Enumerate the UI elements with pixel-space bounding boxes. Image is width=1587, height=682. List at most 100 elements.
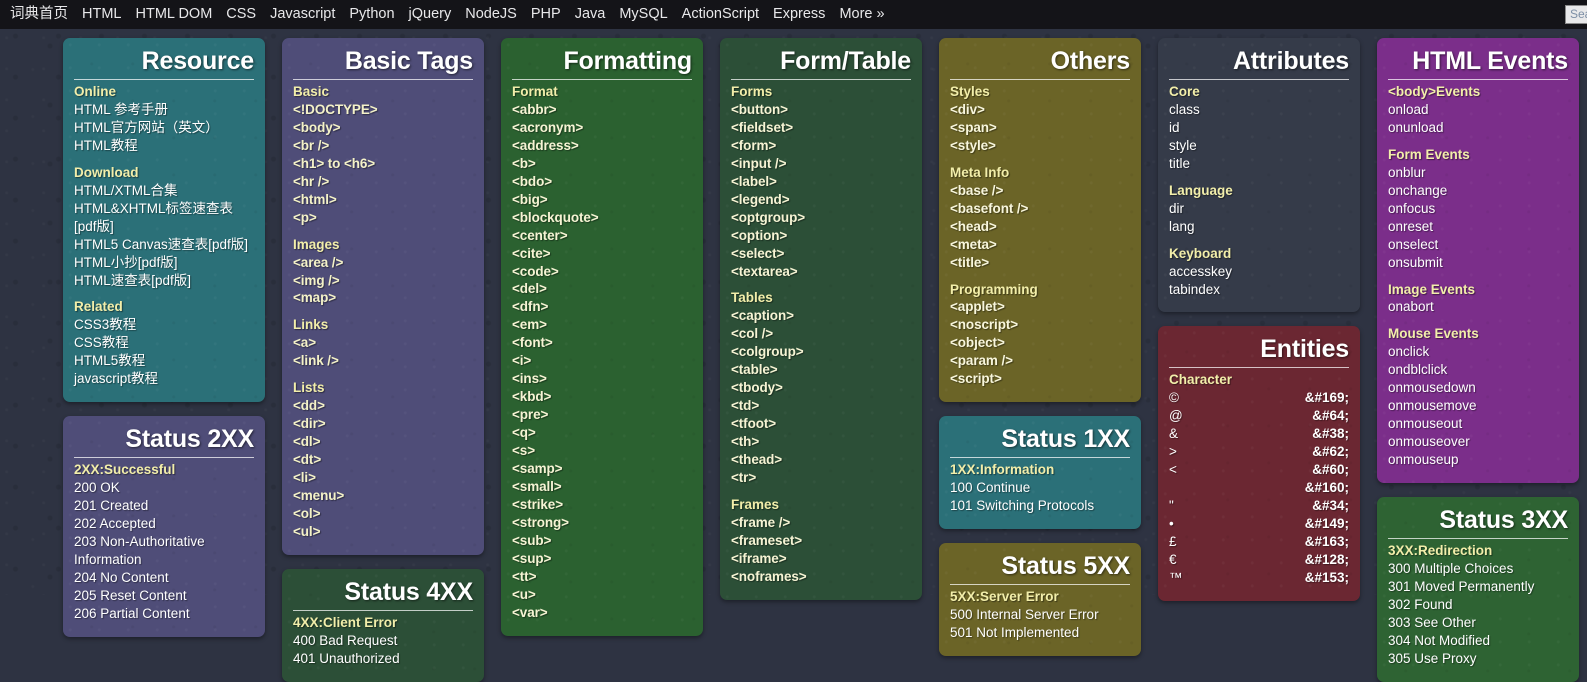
list-item[interactable]: onmouseover	[1388, 433, 1568, 451]
nav-link-java[interactable]: Java	[568, 0, 613, 29]
list-item[interactable]: HTML教程	[74, 137, 254, 155]
list-item[interactable]: <big>	[512, 191, 692, 209]
list-item[interactable]: <cite>	[512, 245, 692, 263]
list-item[interactable]: <legend>	[731, 191, 911, 209]
list-item[interactable]: onunload	[1388, 119, 1568, 137]
list-item[interactable]: 301 Moved Permanently	[1388, 578, 1568, 596]
list-item[interactable]: 200 OK	[74, 479, 254, 497]
list-item[interactable]: <abbr>	[512, 101, 692, 119]
list-item[interactable]: <a>	[293, 334, 473, 352]
list-item[interactable]: onmouseout	[1388, 415, 1568, 433]
list-item[interactable]: <label>	[731, 173, 911, 191]
list-item[interactable]: <td>	[731, 397, 911, 415]
list-item[interactable]: <blockquote>	[512, 209, 692, 227]
search-input[interactable]: Search	[1565, 5, 1587, 24]
list-item[interactable]: <tbody>	[731, 379, 911, 397]
list-item[interactable]: 204 No Content	[74, 569, 254, 587]
list-item[interactable]: onclick	[1388, 343, 1568, 361]
list-item[interactable]: <thead>	[731, 451, 911, 469]
list-item[interactable]: <var>	[512, 604, 692, 622]
list-item[interactable]: 202 Accepted	[74, 515, 254, 533]
list-item[interactable]: <span>	[950, 119, 1130, 137]
list-item[interactable]: onmousedown	[1388, 379, 1568, 397]
list-item[interactable]: <option>	[731, 227, 911, 245]
table-row[interactable]: • &#149;	[1169, 515, 1349, 533]
list-item[interactable]: <title>	[950, 254, 1130, 272]
nav-link-nodejs[interactable]: NodeJS	[458, 0, 524, 29]
list-item[interactable]: <div>	[950, 101, 1130, 119]
nav-link-html[interactable]: HTML	[75, 0, 128, 29]
list-item[interactable]: <link />	[293, 352, 473, 370]
list-item[interactable]: <i>	[512, 352, 692, 370]
list-item[interactable]: <textarea>	[731, 263, 911, 281]
list-item[interactable]: 501 Not Implemented	[950, 624, 1130, 642]
list-item[interactable]: HTML&XHTML标签速查表[pdf版]	[74, 200, 254, 236]
list-item[interactable]: <kbd>	[512, 388, 692, 406]
list-item[interactable]: <th>	[731, 433, 911, 451]
list-item[interactable]: <optgroup>	[731, 209, 911, 227]
list-item[interactable]: <iframe>	[731, 550, 911, 568]
list-item[interactable]: <col />	[731, 325, 911, 343]
nav-link-home[interactable]: 词典首页	[6, 0, 75, 29]
list-item[interactable]: ondblclick	[1388, 361, 1568, 379]
list-item[interactable]: <li>	[293, 469, 473, 487]
nav-link-mysql[interactable]: MySQL	[612, 0, 674, 29]
list-item[interactable]: tabindex	[1169, 281, 1349, 299]
list-item[interactable]: HTML官方网站（英文）	[74, 119, 254, 137]
list-item[interactable]: onmousemove	[1388, 397, 1568, 415]
list-item[interactable]: <ul>	[293, 523, 473, 541]
list-item[interactable]: <tfoot>	[731, 415, 911, 433]
list-item[interactable]: <code>	[512, 263, 692, 281]
list-item[interactable]: <samp>	[512, 460, 692, 478]
list-item[interactable]: <frame />	[731, 514, 911, 532]
list-item[interactable]: id	[1169, 119, 1349, 137]
table-row[interactable]: &#160;	[1169, 479, 1349, 497]
list-item[interactable]: <script>	[950, 370, 1130, 388]
list-item[interactable]: <em>	[512, 316, 692, 334]
list-item[interactable]: 500 Internal Server Error	[950, 606, 1130, 624]
nav-link-html-dom[interactable]: HTML DOM	[128, 0, 219, 29]
list-item[interactable]: onmouseup	[1388, 451, 1568, 469]
nav-link-php[interactable]: PHP	[524, 0, 568, 29]
list-item[interactable]: <strike>	[512, 496, 692, 514]
list-item[interactable]: 101 Switching Protocols	[950, 497, 1130, 515]
list-item[interactable]: 400 Bad Request	[293, 632, 473, 650]
list-item[interactable]: 401 Unauthorized	[293, 650, 473, 668]
nav-link-more[interactable]: More »	[832, 0, 891, 29]
list-item[interactable]: accesskey	[1169, 263, 1349, 281]
list-item[interactable]: <font>	[512, 334, 692, 352]
list-item[interactable]: <!DOCTYPE>	[293, 101, 473, 119]
list-item[interactable]: 205 Reset Content	[74, 587, 254, 605]
list-item[interactable]: onfocus	[1388, 200, 1568, 218]
list-item[interactable]: <noscript>	[950, 316, 1130, 334]
list-item[interactable]: <sup>	[512, 550, 692, 568]
list-item[interactable]: <acronym>	[512, 119, 692, 137]
table-row[interactable]: > &#62;	[1169, 443, 1349, 461]
table-row[interactable]: © &#169;	[1169, 389, 1349, 407]
list-item[interactable]: HTML 参考手册	[74, 101, 254, 119]
list-item[interactable]: <map>	[293, 289, 473, 307]
nav-link-actionscript[interactable]: ActionScript	[675, 0, 766, 29]
list-item[interactable]: style	[1169, 137, 1349, 155]
list-item[interactable]: <del>	[512, 280, 692, 298]
list-item[interactable]: HTML/XTML合集	[74, 182, 254, 200]
nav-link-jquery[interactable]: jQuery	[402, 0, 459, 29]
list-item[interactable]: <object>	[950, 334, 1130, 352]
list-item[interactable]: <fieldset>	[731, 119, 911, 137]
list-item[interactable]: 300 Multiple Choices	[1388, 560, 1568, 578]
table-row[interactable]: @ &#64;	[1169, 407, 1349, 425]
list-item[interactable]: <bdo>	[512, 173, 692, 191]
list-item[interactable]: 203 Non-Authoritative Information	[74, 533, 254, 569]
list-item[interactable]: <strong>	[512, 514, 692, 532]
list-item[interactable]: 302 Found	[1388, 596, 1568, 614]
list-item[interactable]: onsubmit	[1388, 254, 1568, 272]
list-item[interactable]: onchange	[1388, 182, 1568, 200]
list-item[interactable]: <style>	[950, 137, 1130, 155]
list-item[interactable]: HTML小抄[pdf版]	[74, 254, 254, 272]
list-item[interactable]: HTML5 Canvas速查表[pdf版]	[74, 236, 254, 254]
table-row[interactable]: £ &#163;	[1169, 533, 1349, 551]
list-item[interactable]: <dfn>	[512, 298, 692, 316]
nav-link-python[interactable]: Python	[342, 0, 401, 29]
list-item[interactable]: 305 Use Proxy	[1388, 650, 1568, 668]
table-row[interactable]: € &#128;	[1169, 551, 1349, 569]
